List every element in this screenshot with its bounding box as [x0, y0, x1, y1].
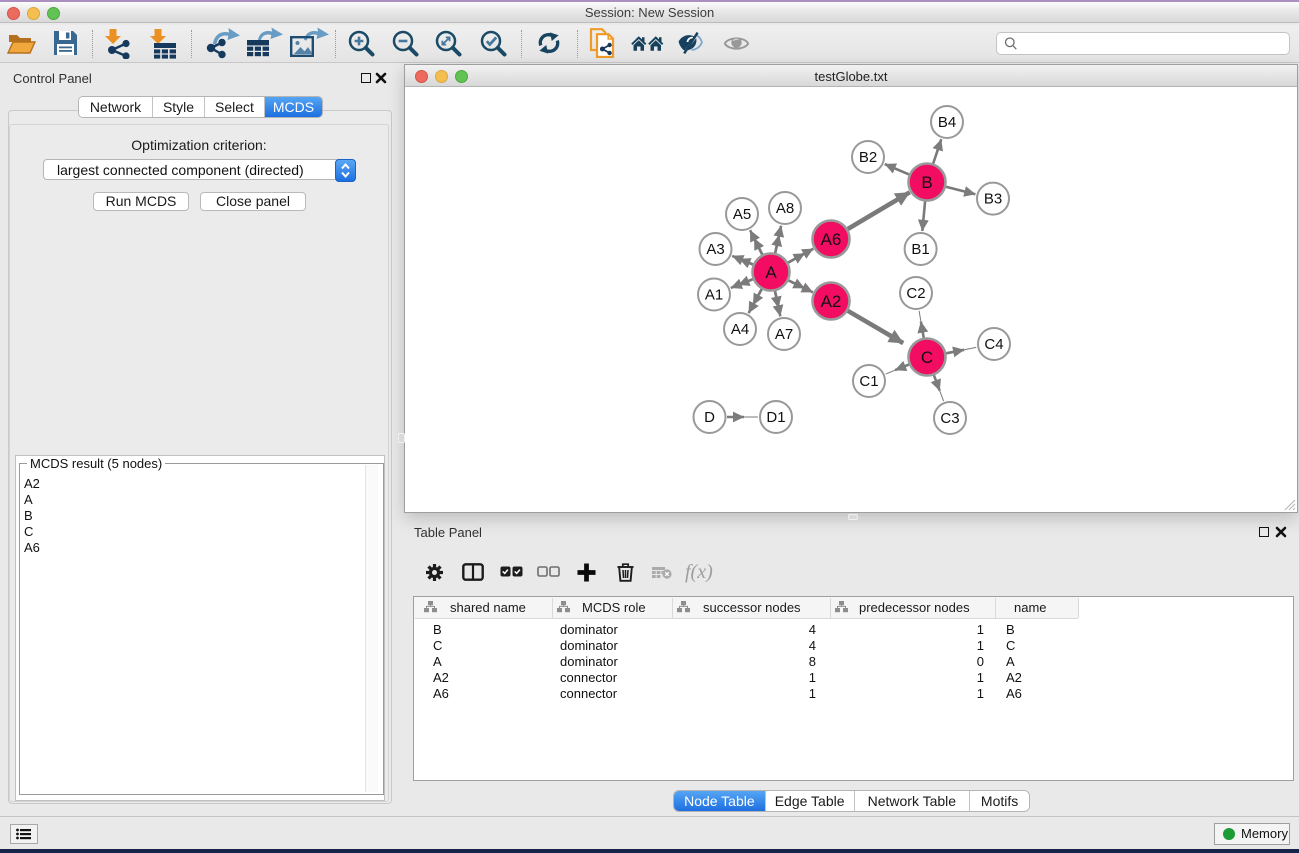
svg-text:A6: A6	[1006, 686, 1022, 701]
svg-text:C: C	[1006, 638, 1015, 653]
svg-text:0: 0	[977, 654, 984, 669]
svg-text:1: 1	[809, 670, 816, 685]
svg-text:A2: A2	[1006, 670, 1022, 685]
svg-text:1: 1	[977, 638, 984, 653]
svg-text:B: B	[921, 173, 932, 192]
svg-text:connector: connector	[560, 686, 618, 701]
svg-text:C1: C1	[859, 373, 878, 390]
svg-text:dominator: dominator	[560, 622, 618, 637]
svg-text:C4: C4	[984, 336, 1003, 353]
svg-text:A3: A3	[706, 241, 724, 258]
svg-text:dominator: dominator	[560, 654, 618, 669]
svg-text:C: C	[921, 348, 933, 367]
svg-text:A: A	[765, 263, 777, 282]
svg-text:A: A	[1006, 654, 1015, 669]
svg-text:successor nodes: successor nodes	[703, 600, 801, 615]
svg-text:D: D	[704, 409, 715, 426]
svg-text:A4: A4	[731, 321, 749, 338]
svg-text:1: 1	[977, 670, 984, 685]
svg-text:predecessor nodes: predecessor nodes	[859, 600, 970, 615]
svg-text:C: C	[433, 638, 442, 653]
svg-text:A8: A8	[776, 200, 794, 217]
svg-text:B: B	[433, 622, 442, 637]
svg-text:A2: A2	[821, 292, 842, 311]
svg-text:shared name: shared name	[450, 600, 526, 615]
svg-text:B2: B2	[859, 149, 877, 166]
svg-text:1: 1	[809, 686, 816, 701]
svg-text:B4: B4	[938, 114, 956, 131]
svg-text:A6: A6	[821, 230, 842, 249]
svg-text:1: 1	[977, 622, 984, 637]
svg-text:A2: A2	[433, 670, 449, 685]
svg-text:4: 4	[809, 622, 816, 637]
svg-text:MCDS role: MCDS role	[582, 600, 646, 615]
svg-text:D1: D1	[766, 409, 785, 426]
svg-text:B: B	[1006, 622, 1015, 637]
svg-text:A1: A1	[705, 287, 723, 304]
svg-text:connector: connector	[560, 670, 618, 685]
svg-text:C3: C3	[940, 410, 959, 427]
svg-text:1: 1	[977, 686, 984, 701]
svg-text:8: 8	[809, 654, 816, 669]
svg-text:4: 4	[809, 638, 816, 653]
svg-text:C2: C2	[906, 285, 925, 302]
svg-text:A5: A5	[733, 206, 751, 223]
svg-text:A: A	[433, 654, 442, 669]
svg-text:name: name	[1014, 600, 1047, 615]
svg-text:B3: B3	[984, 191, 1002, 208]
svg-text:A6: A6	[433, 686, 449, 701]
svg-text:dominator: dominator	[560, 638, 618, 653]
svg-text:A7: A7	[775, 326, 793, 343]
svg-text:B1: B1	[911, 241, 929, 258]
